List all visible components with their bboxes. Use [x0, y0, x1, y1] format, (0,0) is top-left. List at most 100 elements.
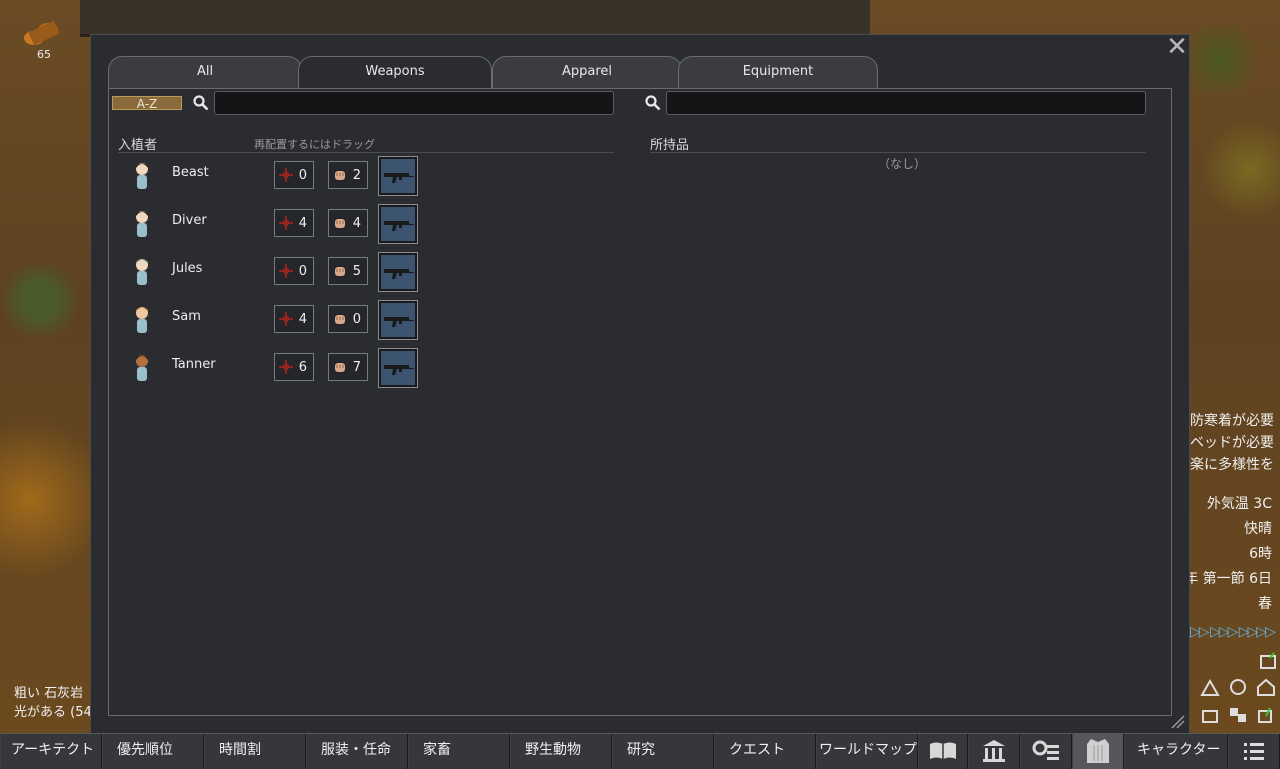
melee-value: 2 — [352, 168, 361, 183]
date: 年 第一節 6日 — [1184, 571, 1272, 587]
assign-button[interactable]: 服装・任命 — [306, 734, 408, 769]
colonist-portrait-icon[interactable] — [132, 353, 152, 383]
research-button[interactable]: 研究 — [612, 734, 714, 769]
colonist-portrait-icon[interactable] — [132, 305, 152, 335]
log-icon[interactable] — [1258, 652, 1278, 670]
tab-apparel[interactable]: Apparel — [492, 56, 682, 88]
melee-skill: 5 — [328, 257, 368, 285]
tab-equipment[interactable]: Equipment — [678, 56, 878, 88]
melee-skill: 0 — [328, 305, 368, 333]
inventory-header: 所持品 — [650, 138, 690, 153]
crosshair-icon — [279, 264, 293, 278]
fist-icon — [335, 171, 345, 180]
shooting-value: 4 — [298, 216, 307, 231]
book-icon — [930, 742, 956, 759]
characters-button[interactable]: キャラクター — [1124, 734, 1228, 769]
temperature: 外気温 3C — [1206, 496, 1272, 512]
light-label: 光がある (54 — [14, 705, 92, 720]
colonist-search-input[interactable] — [214, 91, 614, 115]
colonist-row[interactable]: Tanner 6 7 — [118, 348, 418, 389]
colonist-row[interactable]: Jules 0 5 — [118, 252, 418, 293]
architect-button[interactable]: アーキテクト — [0, 734, 102, 769]
crosshair-icon — [279, 360, 293, 374]
weapon-slot[interactable] — [378, 300, 418, 340]
crosshair-icon — [279, 312, 293, 326]
shooting-skill: 6 — [274, 353, 314, 381]
fist-icon — [335, 315, 345, 324]
colonist-row[interactable]: Diver 4 4 — [118, 204, 418, 245]
divider — [118, 152, 614, 153]
colonist-portrait-icon[interactable] — [132, 209, 152, 239]
animals-button[interactable]: 家畜 — [408, 734, 510, 769]
shooting-skill: 4 — [274, 305, 314, 333]
melee-skill: 4 — [328, 209, 368, 237]
resize-handle[interactable] — [1170, 714, 1186, 730]
weapon-slot[interactable] — [378, 252, 418, 292]
colonist-row[interactable]: Beast 0 2 — [118, 156, 418, 197]
speed-controls[interactable]: ▷▷ ▷▷▷ ▷▷▷▷ — [1190, 624, 1276, 640]
shooting-skill: 4 — [274, 209, 314, 237]
drag-hint: 再配置するにはドラッグ — [254, 138, 375, 151]
factions-button[interactable] — [968, 734, 1020, 769]
rifle-icon — [384, 317, 414, 327]
colonist-portrait-icon[interactable] — [132, 161, 152, 191]
rifle-icon — [384, 221, 414, 231]
apparel-button[interactable] — [1072, 734, 1124, 769]
fist-icon — [335, 267, 345, 276]
search-icon — [193, 95, 209, 111]
status-panel: 外気温 3C 快晴 6時 年 第一節 6日 春 — [1180, 492, 1280, 617]
shirt-icon — [1087, 739, 1109, 763]
alert-item[interactable]: 防寒着が必要 — [1180, 410, 1280, 432]
inventory-search-input[interactable] — [666, 91, 1146, 115]
terrain-label: 粗い 石灰岩 — [14, 686, 84, 701]
weapon-slot[interactable] — [378, 204, 418, 244]
colonist-name: Sam — [172, 309, 201, 324]
shooting-value: 0 — [298, 264, 307, 279]
melee-skill: 2 — [328, 161, 368, 189]
sort-button[interactable]: A-Z — [112, 96, 182, 111]
toggle-icons — [1190, 652, 1280, 730]
colonist-name: Jules — [172, 261, 203, 276]
fist-icon — [335, 219, 345, 228]
gear-list-icon — [1032, 740, 1059, 760]
zone-toggle-icon[interactable] — [1228, 678, 1248, 696]
tab-weapons[interactable]: Weapons — [298, 56, 492, 89]
ideology-button[interactable] — [1020, 734, 1072, 769]
hour: 6時 — [1249, 546, 1272, 562]
melee-value: 5 — [352, 264, 361, 279]
alert-item[interactable]: 楽に多様性を — [1180, 454, 1280, 476]
colonist-name: Diver — [172, 213, 207, 228]
weapon-slot[interactable] — [378, 156, 418, 196]
auto-expand-icon[interactable] — [1256, 706, 1276, 724]
colonist-name: Beast — [172, 165, 209, 180]
menu-button[interactable] — [1228, 734, 1280, 769]
weapon-slot[interactable] — [378, 348, 418, 388]
shooting-value: 6 — [298, 360, 307, 375]
crosshair-icon — [279, 216, 293, 230]
roof-toggle-icon[interactable] — [1256, 678, 1276, 696]
map-structure — [80, 0, 870, 37]
priority-button[interactable]: 優先順位 — [102, 734, 204, 769]
colonist-name: Tanner — [172, 357, 216, 372]
inventory-empty-text: （なし） — [878, 157, 927, 171]
colonist-row[interactable]: Sam 4 0 — [118, 300, 418, 341]
quests-button[interactable]: クエスト — [714, 734, 816, 769]
main-tab-bar: アーキテクト 優先順位 時間割 服装・任命 家畜 野生動物 研究 クエスト ワー… — [0, 733, 1280, 769]
colonist-portrait-icon[interactable] — [132, 257, 152, 287]
rifle-icon — [384, 365, 414, 375]
shooting-value: 4 — [298, 312, 307, 327]
beauty-toggle-icon[interactable] — [1200, 706, 1220, 724]
shooting-skill: 0 — [274, 161, 314, 189]
wildlife-button[interactable]: 野生動物 — [510, 734, 612, 769]
terrain-toggle-icon[interactable] — [1200, 678, 1220, 696]
history-button[interactable] — [918, 734, 968, 769]
room-toggle-icon[interactable] — [1228, 706, 1248, 724]
close-button[interactable]: ✕ — [1166, 34, 1188, 60]
building-icon — [983, 740, 1005, 762]
alert-item[interactable]: ベッドが必要 — [1180, 432, 1280, 454]
schedule-button[interactable]: 時間割 — [204, 734, 306, 769]
terrain-info: 粗い 石灰岩 光がある (54 — [14, 684, 92, 722]
wood-stack-icon — [24, 20, 60, 46]
world-map-button[interactable]: ワールドマップ — [816, 734, 918, 769]
tab-all[interactable]: All — [108, 56, 302, 88]
